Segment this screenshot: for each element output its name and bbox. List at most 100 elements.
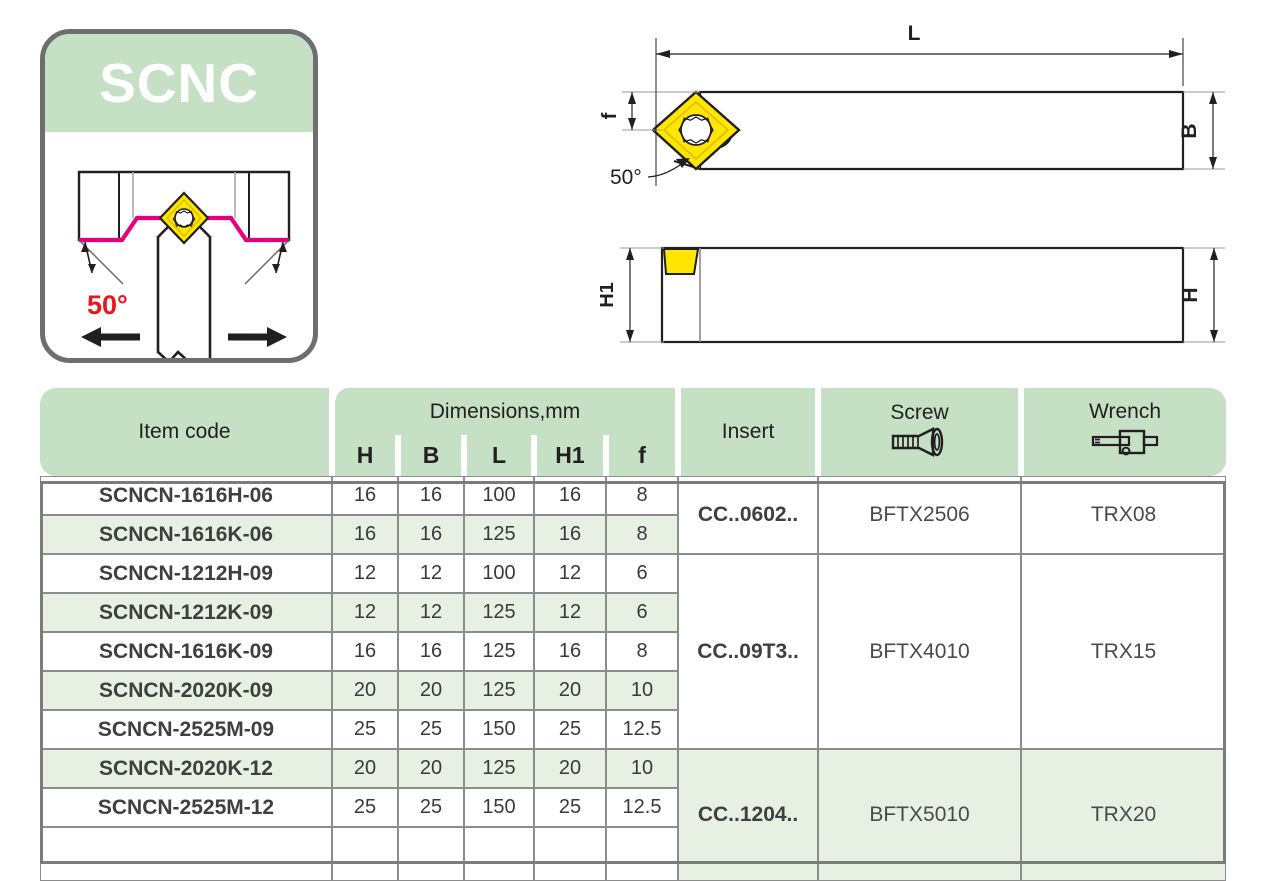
specification-table-container: Item code Dimensions,mm Insert Screw Wre… — [40, 388, 1227, 881]
cell-dim-h1: 16 — [534, 632, 606, 671]
cell-dim-l: 100 — [464, 554, 534, 593]
cell-dim-h: 16 — [332, 476, 398, 515]
cell-dim-h1: 25 — [534, 788, 606, 827]
cell-dim-l: 125 — [464, 749, 534, 788]
cell-dim-h1: 12 — [534, 554, 606, 593]
cell-dim-b: 20 — [398, 749, 464, 788]
cell-wrench: TRX15 — [1021, 554, 1227, 749]
cell-dim-h: 25 — [332, 710, 398, 749]
lead-angle-right — [244, 239, 290, 285]
table-header: Item code Dimensions,mm Insert Screw Wre… — [40, 388, 1227, 476]
cell-dim-h1: 20 — [534, 749, 606, 788]
shank-side-body — [660, 246, 1185, 344]
cell-dim-h1: 20 — [534, 671, 606, 710]
width-label: B — [1178, 123, 1201, 138]
header-row-group: Item code Dimensions,mm Insert Screw Wre… — [40, 388, 1227, 476]
product-series-title: SCNC — [99, 52, 259, 114]
wrench-icon — [1024, 426, 1226, 464]
application-diagram-svg: 50° — [77, 170, 291, 358]
cell-dim-h1: 25 — [534, 710, 606, 749]
cell-wrench: TRX20 — [1021, 749, 1227, 881]
cell-insert: CC..0602.. — [678, 476, 819, 554]
cell-dim-l: 150 — [464, 710, 534, 749]
cell-dim-h: 16 — [332, 632, 398, 671]
cell-screw: BFTX5010 — [818, 749, 1022, 881]
header-item-code: Item code — [40, 388, 332, 476]
shank-body — [698, 90, 1185, 171]
cell-dim-f: 8 — [606, 476, 679, 515]
cell-insert: CC..09T3.. — [678, 554, 819, 749]
header-dim-h: H — [332, 435, 398, 476]
cell-dim-f: 8 — [606, 515, 679, 554]
header-dim-l: L — [464, 435, 534, 476]
cell-screw: BFTX4010 — [818, 554, 1022, 749]
cell-item-code: SCNCN-1616K-06 — [40, 515, 332, 554]
cell-dim-h: 12 — [332, 554, 398, 593]
height1-label: H1 — [600, 282, 618, 308]
cell-dim-h1: 16 — [534, 515, 606, 554]
cell-dim-h: 20 — [332, 749, 398, 788]
header-screw: Screw — [818, 388, 1022, 476]
cell-dim-b: 12 — [398, 593, 464, 632]
cell-dim-h: 25 — [332, 788, 398, 827]
header-insert: Insert — [678, 388, 819, 476]
cell-dim-b: 16 — [398, 632, 464, 671]
dimension-length: L — [655, 22, 1184, 86]
length-label: L — [908, 22, 921, 45]
cell-item-code — [40, 827, 332, 881]
angle-label-top: 50° — [610, 166, 642, 189]
cell-dim-l: 100 — [464, 476, 534, 515]
cell-dim-h: 12 — [332, 593, 398, 632]
cell-dim-f: 6 — [606, 554, 679, 593]
cell-dim-b: 16 — [398, 515, 464, 554]
cell-dim-f: 12.5 — [606, 788, 679, 827]
cell-dim-f — [606, 827, 679, 881]
side-view-svg: H1 H — [596, 246, 1225, 344]
tool-side-view-drawing: H1 H — [596, 213, 1260, 358]
table-row: SCNCN-1616H-06 16 16 100 16 8 CC..0602.. BFTX25… — [40, 476, 1227, 554]
cell-dim-f: 6 — [606, 593, 679, 632]
cell-dim-h: 20 — [332, 671, 398, 710]
header-dim-b: B — [398, 435, 464, 476]
logo-application-diagram: 50° — [45, 132, 313, 358]
header-wrench-label: Wrench — [1089, 400, 1162, 424]
header-dim-h1: H1 — [534, 435, 606, 476]
cell-item-code: SCNCN-1616H-06 — [40, 476, 332, 515]
header-dimensions-group: Dimensions,mm — [332, 388, 679, 436]
screw-icon — [821, 426, 1018, 463]
tool-top-view-drawing: L f 50° B — [599, 14, 1260, 214]
cell-dim-b: 16 — [398, 476, 464, 515]
cell-item-code: SCNCN-2525M-12 — [40, 788, 332, 827]
top-view-svg: L f 50° B — [599, 22, 1225, 189]
dimension-h: H — [1179, 247, 1225, 343]
lead-angle-label: 50° — [87, 290, 128, 320]
cell-dim-f: 10 — [606, 749, 679, 788]
cell-item-code: SCNCN-1212K-09 — [40, 593, 332, 632]
dimension-h1: H1 — [596, 247, 664, 343]
table-body: SCNCN-1616H-06 16 16 100 16 8 CC..0602.. BFTX25… — [40, 476, 1227, 881]
cell-dim-f: 8 — [606, 632, 679, 671]
cell-item-code: SCNCN-1212H-09 — [40, 554, 332, 593]
header-screw-label: Screw — [890, 401, 949, 425]
cell-wrench: TRX08 — [1021, 476, 1227, 554]
cell-dim-f: 12.5 — [606, 710, 679, 749]
cell-dim-h1 — [534, 827, 606, 881]
cell-dim-h: 16 — [332, 515, 398, 554]
cell-item-code: SCNCN-2020K-09 — [40, 671, 332, 710]
offset-label: f — [600, 112, 621, 119]
cell-item-code: SCNCN-2525M-09 — [40, 710, 332, 749]
cell-dim-l: 125 — [464, 671, 534, 710]
cell-dim-h1: 16 — [534, 476, 606, 515]
cell-dim-b: 25 — [398, 710, 464, 749]
cell-dim-l: 150 — [464, 788, 534, 827]
table-row: SCNCN-1212H-09 12 12 100 12 6 CC..09T3.. BFTX40… — [40, 554, 1227, 749]
cell-dim-l: 125 — [464, 515, 534, 554]
cell-dim-b: 20 — [398, 671, 464, 710]
feed-arrow-left — [81, 327, 140, 347]
cell-dim-l — [464, 827, 534, 881]
table-row: SCNCN-2020K-12 20 20 125 20 10 CC..1204.. BFTX5… — [40, 749, 1227, 881]
feed-arrow-right — [228, 327, 287, 347]
cell-dim-b: 12 — [398, 554, 464, 593]
cell-screw: BFTX2506 — [818, 476, 1022, 554]
cell-item-code: SCNCN-2020K-12 — [40, 749, 332, 788]
